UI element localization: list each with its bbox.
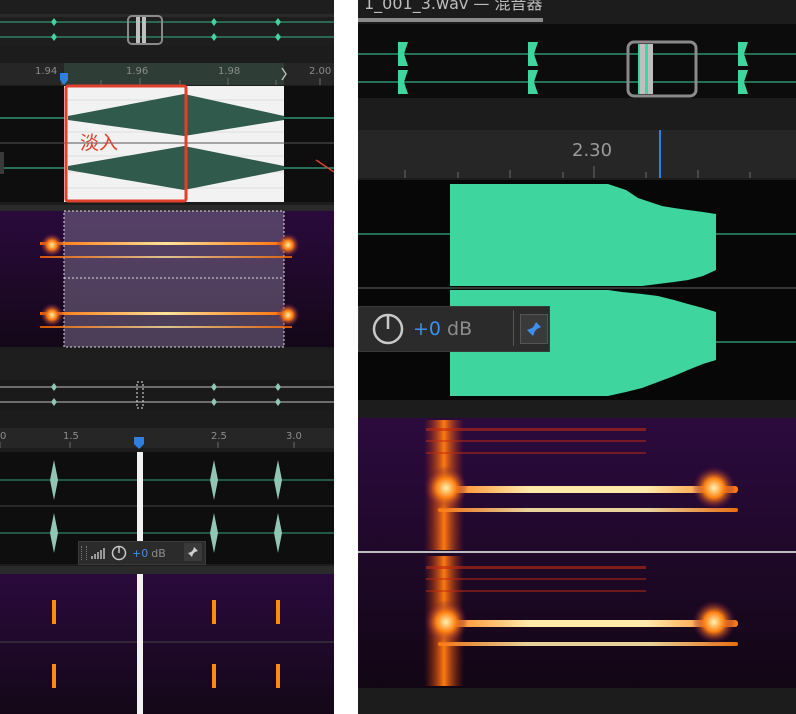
gain-value[interactable]: +0 bbox=[413, 318, 441, 340]
left-editor-graphics bbox=[0, 0, 334, 714]
gain-knob-icon[interactable] bbox=[371, 312, 405, 346]
grip-icon[interactable] bbox=[81, 546, 87, 560]
gain-unit: dB bbox=[151, 546, 166, 560]
pin-icon bbox=[188, 547, 198, 557]
gain-knob-icon[interactable] bbox=[111, 545, 127, 561]
gain-widget-divider bbox=[513, 310, 514, 346]
ruler-tick-label: 1.5 bbox=[63, 431, 79, 442]
fade-in-label: 淡入 bbox=[80, 132, 119, 154]
left-editor-panel: 1.94 1.96 1.98 2.00 淡入 0 1.5 2.5 3.0 +0 … bbox=[0, 0, 334, 714]
level-meter-icon bbox=[91, 548, 105, 559]
document-title: 1_001_3.wav — 混音器 bbox=[364, 0, 543, 13]
gain-value[interactable]: +0 bbox=[132, 547, 148, 560]
ruler-tick-label: 1.94 bbox=[35, 66, 58, 77]
ruler-tick-label: 2.00 bbox=[309, 66, 332, 77]
ruler-tick-label: 1.98 bbox=[218, 66, 241, 77]
gain-unit: dB bbox=[447, 318, 473, 340]
spectral-display-lower bbox=[0, 574, 334, 714]
ruler-tick-label: 0 bbox=[0, 431, 7, 442]
ruler-tick-label: 2.30 bbox=[572, 140, 613, 161]
ruler-tick-label: 1.96 bbox=[126, 66, 149, 77]
right-editor-graphics bbox=[358, 0, 796, 714]
ruler-tick-label: 3.0 bbox=[286, 431, 302, 442]
pin-icon bbox=[527, 322, 541, 336]
pin-button[interactable] bbox=[184, 543, 202, 561]
pin-button[interactable] bbox=[520, 314, 548, 344]
ruler-tick-label: 2.5 bbox=[211, 431, 227, 442]
right-editor-panel: 1_001_3.wav — 混音器 2.30 +0 dB bbox=[358, 0, 796, 714]
